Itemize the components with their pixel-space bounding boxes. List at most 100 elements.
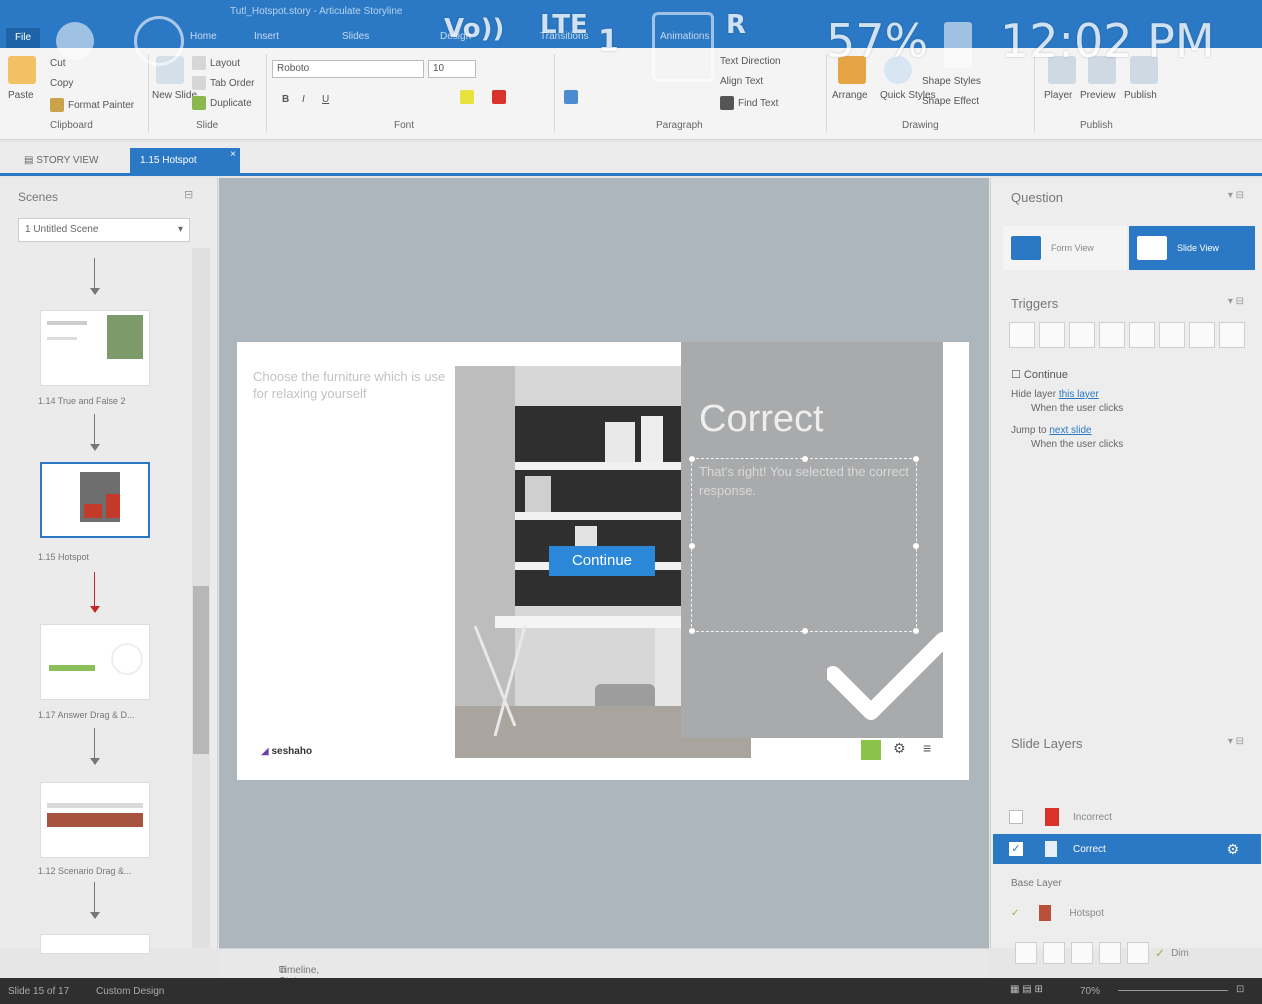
quick-styles-icon[interactable]: [884, 56, 912, 84]
fit-icon[interactable]: ⊡: [1236, 984, 1244, 995]
edit-trigger-icon[interactable]: [1039, 322, 1065, 348]
font-color-icon[interactable]: [492, 90, 506, 104]
pin-icon[interactable]: ⊟: [184, 188, 193, 201]
slide-view-icon: [1137, 236, 1167, 260]
scenes-scrollbar-thumb[interactable]: [193, 586, 209, 754]
tab-slides[interactable]: Slides: [342, 31, 369, 42]
scene-dropdown[interactable]: 1 Untitled Scene ▾: [18, 218, 190, 242]
slide-thumbnail[interactable]: [40, 934, 150, 954]
shape-styles-button[interactable]: Shape Styles: [922, 76, 981, 87]
zoom-slider[interactable]: [1118, 990, 1228, 991]
layer-visibility-checkbox[interactable]: [1009, 810, 1023, 824]
tab-order-button[interactable]: Tab Order: [192, 76, 254, 90]
clipboard-group-label: Clipboard: [50, 120, 93, 131]
italic-button[interactable]: I: [302, 94, 305, 105]
publish-icon[interactable]: [1130, 56, 1158, 84]
layer-row-base[interactable]: ✓ Hotspot: [993, 898, 1261, 928]
trigger-object[interactable]: ☐ Continue: [1011, 368, 1251, 382]
layer-visibility-checkbox[interactable]: ✓: [1009, 842, 1023, 856]
document-tabs: ▤ STORY VIEW 1.15 Hotspot ×: [0, 142, 1262, 176]
timeline-toggle[interactable]: ⧉ Timeline, States, Notes: [219, 948, 989, 998]
font-name-field[interactable]: Roboto: [272, 60, 424, 78]
publish-button[interactable]: Publish: [1124, 90, 1157, 101]
settings-icon[interactable]: ⚙: [893, 740, 906, 757]
paste-layer-icon[interactable]: [1099, 942, 1121, 964]
continue-button[interactable]: Continue: [549, 546, 655, 576]
shape-effect-button[interactable]: Shape Effect: [922, 96, 979, 107]
slide-count: Slide 15 of 17: [8, 986, 70, 997]
player-button[interactable]: Player: [1044, 90, 1072, 101]
paste-button[interactable]: Paste: [8, 90, 34, 101]
tab-file[interactable]: File: [6, 28, 40, 48]
tab-insert[interactable]: Insert: [254, 31, 279, 42]
slide-thumbnail[interactable]: [40, 782, 150, 858]
new-trigger-icon[interactable]: [1009, 322, 1035, 348]
arrange-icon[interactable]: [838, 56, 866, 84]
trigger-when: When the user clicks: [1031, 439, 1124, 450]
copy-trigger-icon[interactable]: [1069, 322, 1095, 348]
tab-transitions[interactable]: Transitions: [540, 31, 589, 42]
chevron-down-icon: ▾: [177, 224, 183, 235]
preview-button[interactable]: Preview: [1080, 90, 1116, 101]
layer-row-correct[interactable]: ✓ Correct ⚙: [993, 834, 1261, 864]
paste-icon[interactable]: [8, 56, 36, 84]
gear-icon[interactable]: ⚙: [1226, 841, 1239, 858]
arrange-button[interactable]: Arrange: [832, 90, 868, 101]
move-down-icon[interactable]: [1189, 322, 1215, 348]
text-direction-button[interactable]: Text Direction: [720, 56, 781, 67]
paste-trigger-icon[interactable]: [1099, 322, 1125, 348]
underline-button[interactable]: U: [322, 94, 329, 105]
tab-hotspot[interactable]: 1.15 Hotspot ×: [130, 148, 240, 176]
dim-check-icon[interactable]: ✓: [1155, 946, 1165, 960]
layer-row-incorrect[interactable]: Incorrect: [993, 802, 1261, 832]
slide-thumbnail[interactable]: [40, 310, 150, 386]
copy-button[interactable]: Copy: [50, 78, 73, 89]
new-slide-button[interactable]: New Slide: [152, 90, 197, 101]
form-view-button[interactable]: Form View: [1003, 226, 1127, 270]
preview-icon[interactable]: [1088, 56, 1116, 84]
play-icon[interactable]: [861, 740, 881, 760]
text-selection-box[interactable]: [689, 456, 919, 634]
move-up-icon[interactable]: [1159, 322, 1185, 348]
layout-button[interactable]: Layout: [192, 56, 240, 70]
correct-feedback-layer[interactable]: Correct That's right! You selected the c…: [681, 342, 943, 738]
delete-trigger-icon[interactable]: [1129, 322, 1155, 348]
panel-pin-icon[interactable]: ▾ ⊟: [1228, 190, 1244, 201]
trigger-jump[interactable]: Jump to next slide: [1011, 424, 1251, 438]
copy-layer-icon[interactable]: [1071, 942, 1093, 964]
player-icon[interactable]: [1048, 56, 1076, 84]
duplicate-layer-icon[interactable]: [1043, 942, 1065, 964]
align-text-button[interactable]: Align Text: [720, 76, 763, 87]
properties-panel: Question ▾ ⊟ Form View Slide View Trigge…: [990, 178, 1262, 964]
view-icons[interactable]: ▦ ▤ ⊞: [1010, 984, 1043, 995]
triggers-toolbar: [1009, 322, 1245, 352]
panel-pin-icon[interactable]: ▾ ⊟: [1228, 736, 1244, 747]
trigger-hide-layer[interactable]: Hide layer this layer: [1011, 388, 1251, 402]
new-layer-icon[interactable]: [1015, 942, 1037, 964]
panel-pin-icon[interactable]: ▾ ⊟: [1228, 296, 1244, 307]
delete-layer-icon[interactable]: [1127, 942, 1149, 964]
find-text-button[interactable]: Find Text: [720, 96, 778, 110]
slide-thumbnail-selected[interactable]: [40, 462, 150, 538]
format-painter-button[interactable]: Format Painter: [50, 98, 134, 112]
highlight-icon[interactable]: [460, 90, 474, 104]
tab-animations[interactable]: Animations: [660, 31, 709, 42]
slide-thumbnail[interactable]: [40, 624, 150, 700]
align-left-icon[interactable]: [564, 90, 578, 104]
correct-title: Correct: [699, 398, 824, 440]
slide-view-button[interactable]: Slide View: [1129, 226, 1255, 270]
trigger-options-icon[interactable]: [1219, 322, 1245, 348]
duplicate-button[interactable]: Duplicate: [192, 96, 252, 110]
font-size-field[interactable]: 10: [428, 60, 476, 78]
tab-story-view[interactable]: ▤ STORY VIEW: [14, 148, 108, 176]
ribbon: Paste Cut Copy Format Painter Clipboard …: [0, 48, 1262, 140]
new-slide-icon[interactable]: [156, 56, 184, 84]
close-icon[interactable]: ×: [230, 142, 236, 168]
bold-button[interactable]: B: [282, 94, 289, 105]
tab-home[interactable]: Home: [190, 31, 217, 42]
duplicate-icon: [192, 96, 206, 110]
cut-button[interactable]: Cut: [50, 58, 66, 69]
tab-design[interactable]: Design: [440, 31, 471, 42]
menu-icon[interactable]: ≡: [923, 740, 931, 756]
logo-mark-icon: ◢: [261, 746, 269, 757]
